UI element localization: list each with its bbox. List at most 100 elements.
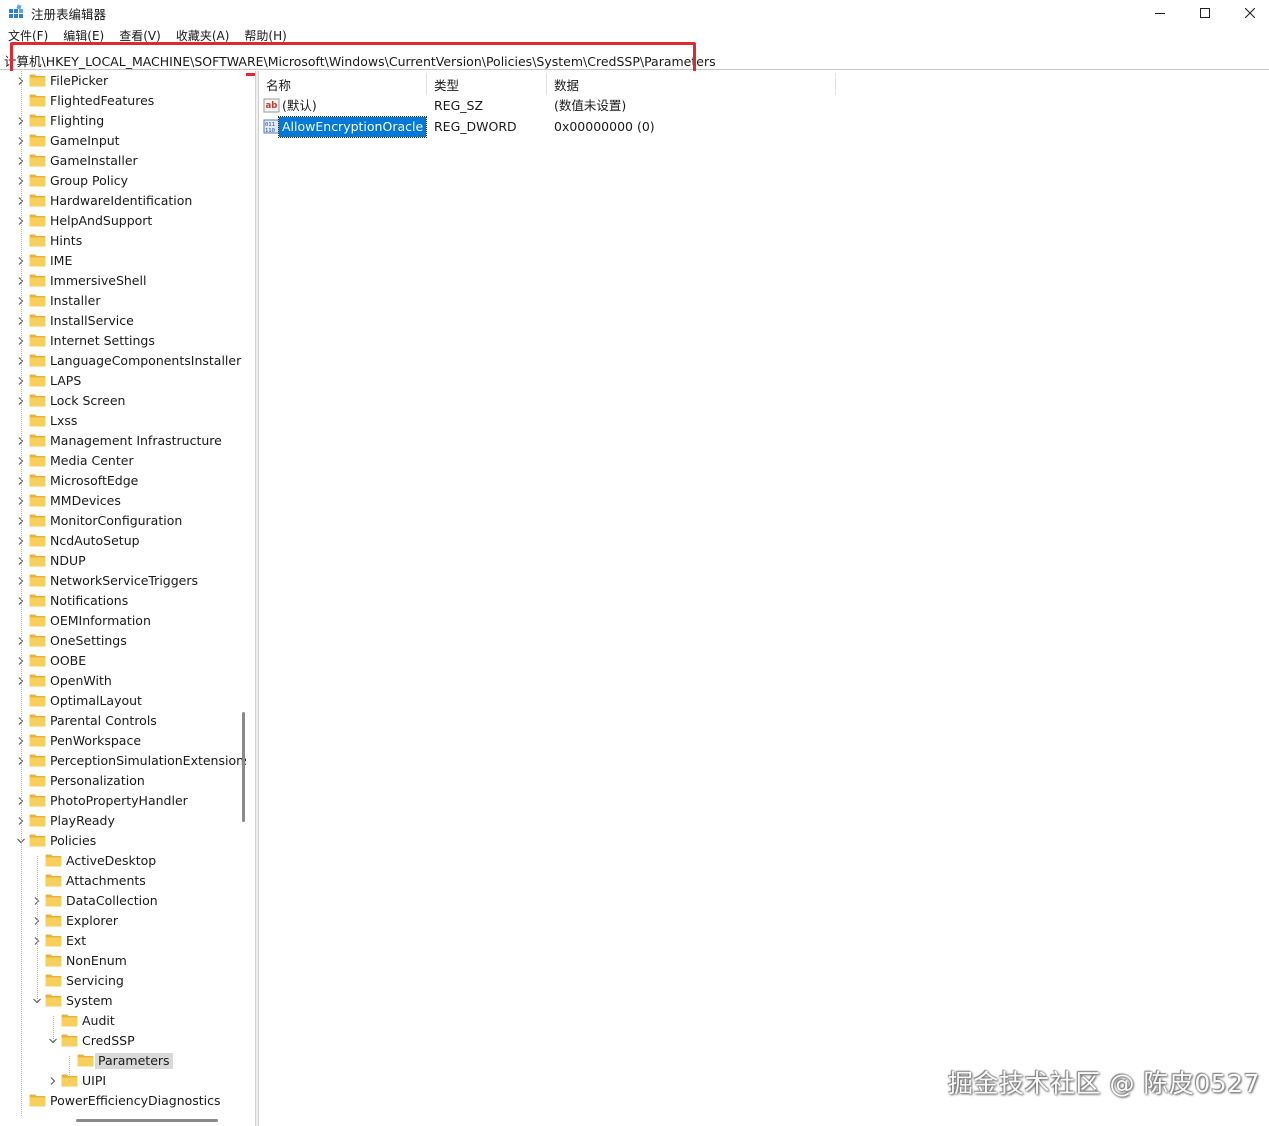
chevron-right-icon[interactable] bbox=[48, 1076, 58, 1086]
tree-item[interactable]: InstallService bbox=[0, 311, 246, 331]
tree-item[interactable]: UIPI bbox=[0, 1071, 246, 1091]
tree-item[interactable]: Audit bbox=[0, 1011, 246, 1031]
tree-item-label[interactable]: UIPI bbox=[79, 1073, 109, 1089]
tree-item[interactable]: Lock Screen bbox=[0, 391, 246, 411]
tree-item[interactable]: LAPS bbox=[0, 371, 246, 391]
tree-item[interactable]: Group Policy bbox=[0, 171, 246, 191]
tree-item[interactable]: Flighting bbox=[0, 111, 246, 131]
column-header-type[interactable]: 类型 bbox=[434, 75, 459, 95]
tree-item-label[interactable]: ImmersiveShell bbox=[47, 273, 149, 289]
tree-item-label[interactable]: Audit bbox=[79, 1013, 118, 1029]
tree-item-label[interactable]: HelpAndSupport bbox=[47, 213, 155, 229]
menu-favorites[interactable]: 收藏夹(A) bbox=[168, 28, 237, 46]
tree-item-label[interactable]: PowerEfficiencyDiagnostics bbox=[47, 1093, 224, 1109]
tree-item[interactable]: FlightedFeatures bbox=[0, 91, 246, 111]
tree-item[interactable]: NetworkServiceTriggers bbox=[0, 571, 246, 591]
tree-item[interactable]: IME bbox=[0, 251, 246, 271]
tree-item[interactable]: PenWorkspace bbox=[0, 731, 246, 751]
tree-item[interactable]: MMDevices bbox=[0, 491, 246, 511]
tree-item-label[interactable]: Installer bbox=[47, 293, 103, 309]
tree-item-label[interactable]: CredSSP bbox=[79, 1033, 138, 1049]
key-tree-pane[interactable]: FilePicker FlightedFeatures Flighting GameI… bbox=[0, 71, 246, 1126]
tree-item-label[interactable]: NDUP bbox=[47, 553, 89, 569]
value-list-pane[interactable]: 名称 类型 数据 ab (默认) REG_SZ (数值未设置) 011 110 … bbox=[259, 71, 1269, 1126]
value-row[interactable]: ab (默认) REG_SZ (数值未设置) bbox=[259, 96, 1059, 116]
value-row-selected[interactable]: 011 110 AllowEncryptionOracle REG_DWORD … bbox=[259, 116, 1059, 138]
tree-item-label[interactable]: OEMInformation bbox=[47, 613, 154, 629]
tree-item-label[interactable]: Personalization bbox=[47, 773, 148, 789]
tree-item[interactable]: Media Center bbox=[0, 451, 246, 471]
tree-item-label[interactable]: Group Policy bbox=[47, 173, 131, 189]
tree-item[interactable]: OEMInformation bbox=[0, 611, 246, 631]
tree-item[interactable]: LanguageComponentsInstaller bbox=[0, 351, 246, 371]
tree-item[interactable]: ImmersiveShell bbox=[0, 271, 246, 291]
tree-item-label[interactable]: IME bbox=[47, 253, 75, 269]
tree-item-label[interactable]: Lock Screen bbox=[47, 393, 128, 409]
tree-item-label[interactable]: HardwareIdentification bbox=[47, 193, 195, 209]
tree-item-label[interactable]: ActiveDesktop bbox=[63, 853, 159, 869]
tree-item[interactable]: HelpAndSupport bbox=[0, 211, 246, 231]
tree-item-label[interactable]: PerceptionSimulationExtensions bbox=[47, 753, 246, 769]
tree-item[interactable]: MicrosoftEdge bbox=[0, 471, 246, 491]
tree-item[interactable]: Internet Settings bbox=[0, 331, 246, 351]
tree-item[interactable]: NDUP bbox=[0, 551, 246, 571]
address-bar[interactable]: 计算机\HKEY_LOCAL_MACHINE\SOFTWARE\Microsof… bbox=[0, 47, 1269, 70]
tree-item-label[interactable]: PlayReady bbox=[47, 813, 118, 829]
tree-item-label[interactable]: LAPS bbox=[47, 373, 84, 389]
tree-item-label[interactable]: LanguageComponentsInstaller bbox=[47, 353, 244, 369]
tree-item-label[interactable]: NonEnum bbox=[63, 953, 130, 969]
tree-vertical-scrollbar[interactable] bbox=[242, 712, 245, 822]
tree-item[interactable]: Hints bbox=[0, 231, 246, 251]
tree-item-label[interactable]: System bbox=[63, 993, 116, 1009]
column-header-name[interactable]: 名称 bbox=[266, 75, 291, 95]
column-separator[interactable] bbox=[546, 73, 547, 95]
tree-item[interactable]: Management Infrastructure bbox=[0, 431, 246, 451]
tree-item-label[interactable]: Notifications bbox=[47, 593, 131, 609]
value-name[interactable]: AllowEncryptionOracle bbox=[277, 116, 428, 138]
tree-item[interactable]: Parental Controls bbox=[0, 711, 246, 731]
maximize-button[interactable] bbox=[1182, 0, 1228, 26]
tree-item-label[interactable]: Explorer bbox=[63, 913, 121, 929]
column-separator[interactable] bbox=[426, 73, 427, 95]
tree-item-label[interactable]: OneSettings bbox=[47, 633, 130, 649]
tree-item[interactable]: GameInstaller bbox=[0, 151, 246, 171]
menu-help[interactable]: 帮助(H) bbox=[236, 28, 293, 46]
tree-item[interactable]: PerceptionSimulationExtensions bbox=[0, 751, 246, 771]
tree-item-label[interactable]: OpenWith bbox=[47, 673, 115, 689]
tree-item-label[interactable]: OOBE bbox=[47, 653, 89, 669]
tree-item-label[interactable]: Media Center bbox=[47, 453, 137, 469]
tree-item[interactable]: NcdAutoSetup bbox=[0, 531, 246, 551]
tree-item-label[interactable]: Parameters bbox=[95, 1053, 173, 1069]
tree-item[interactable]: Policies bbox=[0, 831, 246, 851]
tree-item[interactable]: HardwareIdentification bbox=[0, 191, 246, 211]
tree-item-label[interactable]: GameInstaller bbox=[47, 153, 141, 169]
tree-item[interactable]: CredSSP bbox=[0, 1031, 246, 1051]
tree-item[interactable]: OOBE bbox=[0, 651, 246, 671]
tree-item[interactable]: Personalization bbox=[0, 771, 246, 791]
tree-item[interactable]: MonitorConfiguration bbox=[0, 511, 246, 531]
menu-file[interactable]: 文件(F) bbox=[0, 28, 55, 46]
tree-item[interactable]: GameInput bbox=[0, 131, 246, 151]
tree-item-label[interactable]: Parental Controls bbox=[47, 713, 160, 729]
tree-item-label[interactable]: InstallService bbox=[47, 313, 137, 329]
tree-item[interactable]: PlayReady bbox=[0, 811, 246, 831]
tree-item-label[interactable]: FilePicker bbox=[47, 73, 111, 89]
tree-item[interactable]: Lxss bbox=[0, 411, 246, 431]
tree-item-label[interactable]: Flighting bbox=[47, 113, 107, 129]
tree-item[interactable]: FilePicker bbox=[0, 71, 246, 91]
tree-item-label[interactable]: Servicing bbox=[63, 973, 127, 989]
close-button[interactable] bbox=[1227, 0, 1269, 26]
tree-item-label[interactable]: MonitorConfiguration bbox=[47, 513, 185, 529]
tree-item-label[interactable]: Management Infrastructure bbox=[47, 433, 225, 449]
tree-item-label[interactable]: Lxss bbox=[47, 413, 80, 429]
menu-view[interactable]: 查看(V) bbox=[111, 28, 168, 46]
tree-item-label[interactable]: Ext bbox=[63, 933, 89, 949]
tree-item[interactable]: Parameters bbox=[0, 1051, 246, 1071]
tree-item[interactable]: PhotoPropertyHandler bbox=[0, 791, 246, 811]
tree-item-label[interactable]: Policies bbox=[47, 833, 99, 849]
column-separator[interactable] bbox=[835, 73, 836, 95]
tree-item-label[interactable]: PhotoPropertyHandler bbox=[47, 793, 191, 809]
tree-item[interactable]: OpenWith bbox=[0, 671, 246, 691]
menu-edit[interactable]: 编辑(E) bbox=[55, 28, 111, 46]
minimize-button[interactable] bbox=[1137, 0, 1183, 26]
